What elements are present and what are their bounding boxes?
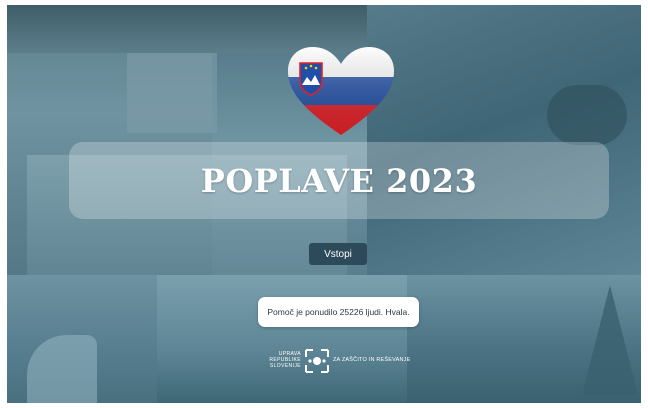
- civil-protection-logo-icon: [305, 349, 329, 373]
- logo-line: SLOVENIJE: [269, 363, 301, 369]
- page-title: POPLAVE 2023: [200, 161, 478, 200]
- urszr-logo: UPRAVA REPUBLIKE SLOVENIJE ZA ZAŠČITO IN…: [265, 348, 415, 376]
- helpers-count-message: Pomoč je ponudilo 25226 ljudi. Hvala.: [258, 297, 419, 327]
- helpers-count-text: Pomoč je ponudilo 25226 ljudi. Hvala.: [267, 307, 410, 317]
- logo-right-text: ZA ZAŠČITO IN REŠEVANJE: [333, 357, 411, 363]
- enter-button[interactable]: Vstopi: [309, 243, 367, 265]
- background-photo-river: [157, 275, 407, 403]
- logo-left-text: UPRAVA REPUBLIKE SLOVENIJE: [265, 351, 301, 369]
- background-tree: [582, 285, 638, 395]
- page-frame: POPLAVE 2023 Vstopi Pomoč je ponudilo 25…: [7, 5, 641, 403]
- heart-slovenian-flag-icon: [288, 47, 394, 135]
- title-panel: POPLAVE 2023: [69, 142, 609, 219]
- background-wall: [127, 53, 217, 133]
- coat-of-arms-icon: [299, 62, 323, 96]
- background-helicopter: [547, 85, 627, 145]
